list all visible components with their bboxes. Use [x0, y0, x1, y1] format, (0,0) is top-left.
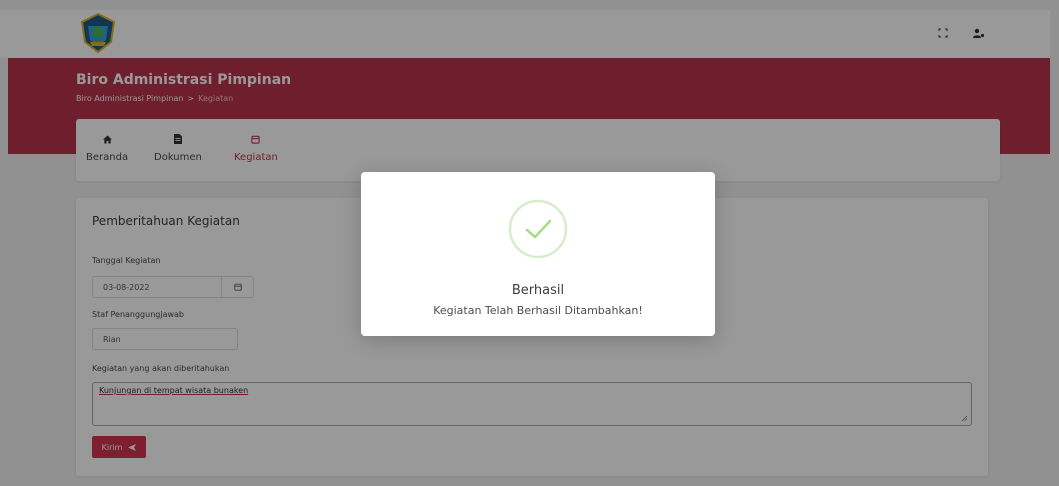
modal-title: Berhasil: [511, 283, 565, 298]
page: Biro Administrasi Pimpinan Biro Administ…: [0, 0, 1059, 486]
success-modal: Berhasil Kegiatan Telah Berhasil Ditamba…: [361, 172, 715, 336]
success-check-icon: [508, 199, 568, 259]
modal-message: Kegiatan Telah Berhasil Ditambahkan!: [433, 304, 643, 317]
